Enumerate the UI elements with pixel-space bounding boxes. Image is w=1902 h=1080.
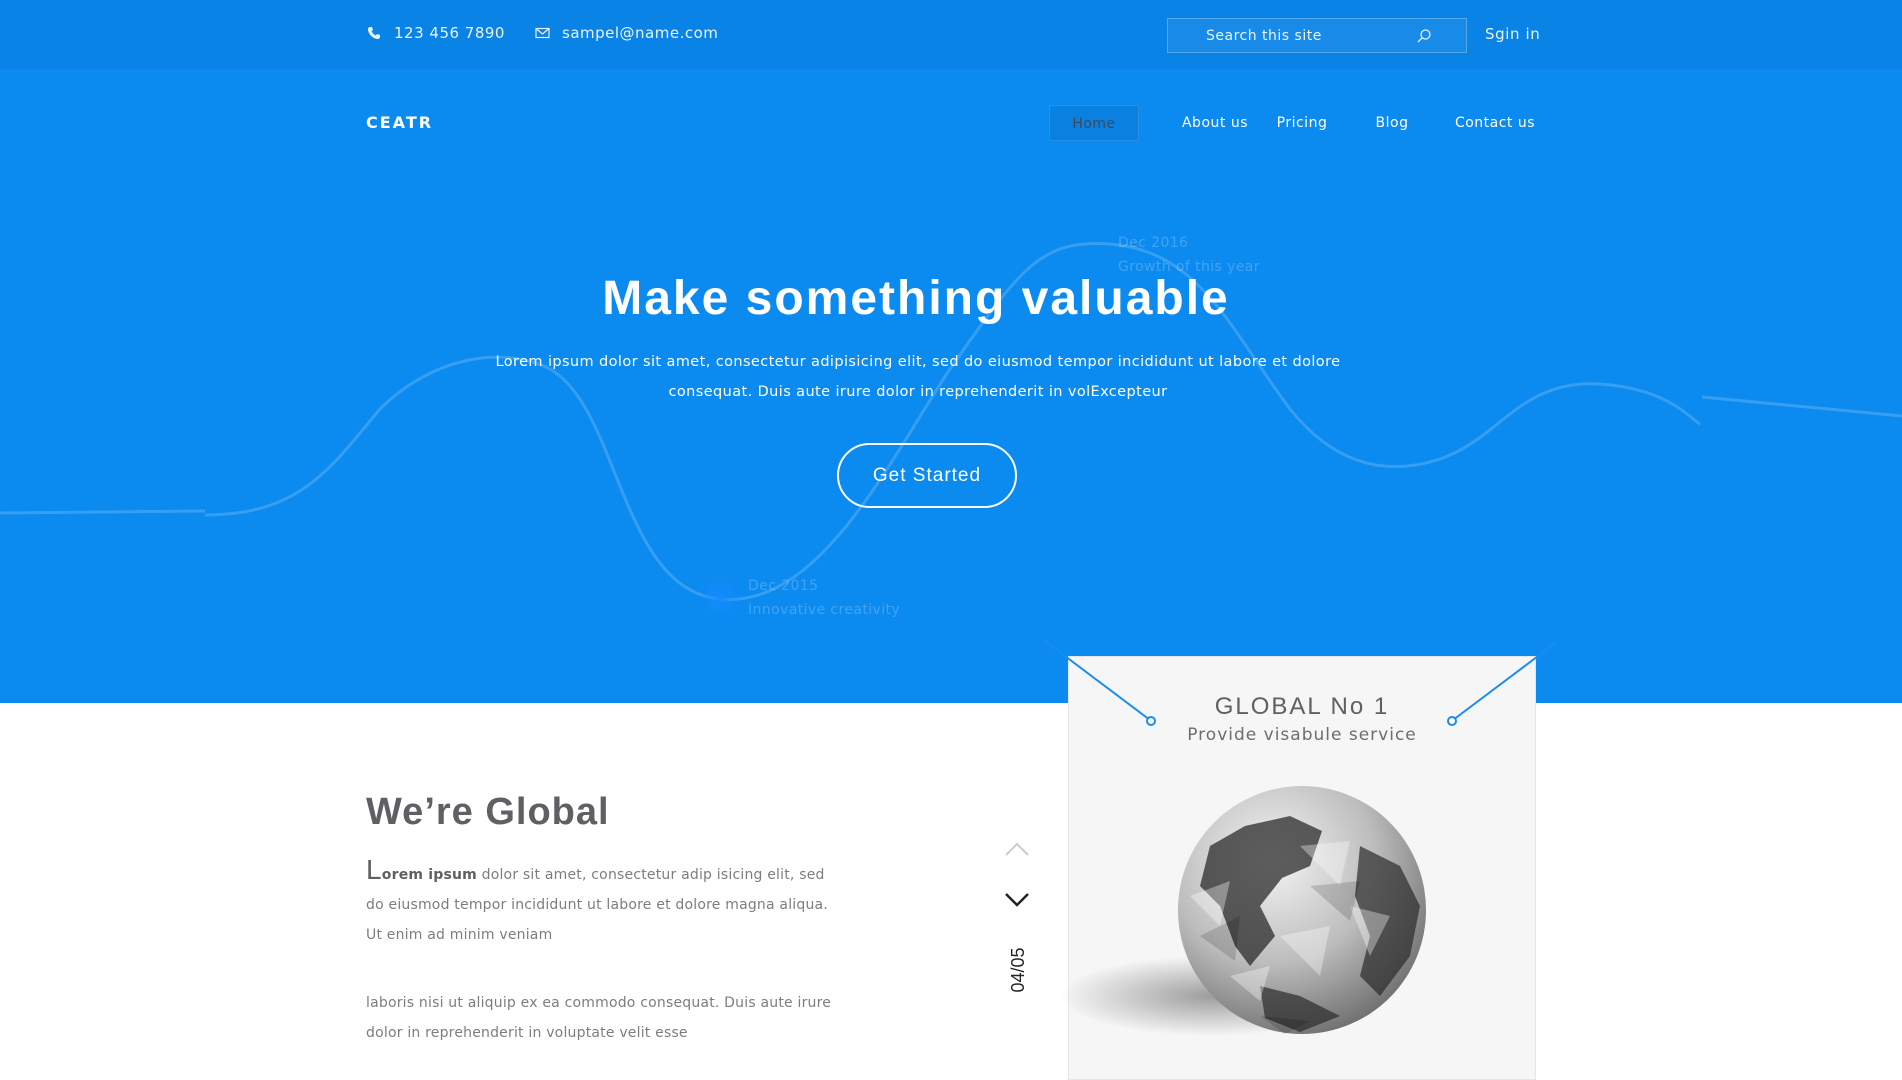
- get-started-button[interactable]: Get Started: [837, 443, 1017, 508]
- nav-blog[interactable]: Blog: [1370, 105, 1414, 141]
- section-paragraph-2: laboris nisi ut aliquip ex ea commodo co…: [366, 995, 832, 1041]
- mail-icon: [534, 25, 550, 41]
- nav-about[interactable]: About us: [1160, 105, 1270, 141]
- hero-subtitle-line: consequat. Duis aute irure dolor in repr…: [668, 384, 1168, 400]
- annotation-date: Dec 2015: [748, 578, 819, 594]
- hero-subtitle: Lorem ipsum dolor sit amet, consectetur …: [488, 347, 1348, 407]
- logo[interactable]: CEATR: [366, 113, 433, 132]
- search-icon[interactable]: [1416, 28, 1432, 44]
- timeline-marker: [700, 578, 740, 618]
- phone-icon: [366, 25, 382, 41]
- section-title: We’re Global: [366, 791, 610, 833]
- search-box: [1167, 18, 1467, 53]
- nav-contact[interactable]: Contact us: [1452, 105, 1538, 141]
- drop-cap: L: [366, 854, 382, 885]
- slide-counter: 04/05: [1008, 947, 1028, 993]
- card-subtitle: Provide visabule service: [1187, 725, 1417, 745]
- email-contact[interactable]: sampel@name.com: [534, 24, 718, 42]
- nav-home[interactable]: Home: [1049, 105, 1139, 141]
- global-section: We’re Global Lorem ipsum dolor sit amet,…: [0, 703, 1902, 1080]
- search-input[interactable]: [1168, 19, 1418, 52]
- chevron-up-icon[interactable]: [1004, 841, 1030, 857]
- annotation-caption: Innovative creativity: [748, 602, 901, 618]
- annotation-date: Dec 2016: [1118, 235, 1189, 251]
- lead-text: orem ipsum: [381, 867, 477, 883]
- hero-subtitle-line: Lorem ipsum dolor sit amet, consectetur …: [495, 354, 1341, 370]
- hero-title: Make something valuable: [602, 272, 1230, 325]
- section-paragraph: Lorem ipsum dolor sit amet, consectetur …: [366, 855, 836, 950]
- signin-link[interactable]: Sgin in: [1485, 25, 1540, 43]
- email-address: sampel@name.com: [562, 24, 719, 42]
- nav-pricing[interactable]: Pricing: [1272, 105, 1332, 141]
- phone-number: 123 456 7890: [394, 24, 505, 42]
- card-hanger-lines: [1044, 640, 1559, 726]
- hero-section: Dec 2016 Growth of this year Dec 2015 In…: [0, 69, 1902, 703]
- top-bar: 123 456 7890 sampel@name.com Sgin in: [0, 0, 1902, 69]
- phone-contact[interactable]: 123 456 7890: [366, 24, 505, 42]
- globe-icon: [1060, 786, 1426, 1036]
- chevron-down-icon[interactable]: [1004, 891, 1030, 907]
- annotation-2015: Dec 2015 Innovative creativity: [748, 574, 900, 622]
